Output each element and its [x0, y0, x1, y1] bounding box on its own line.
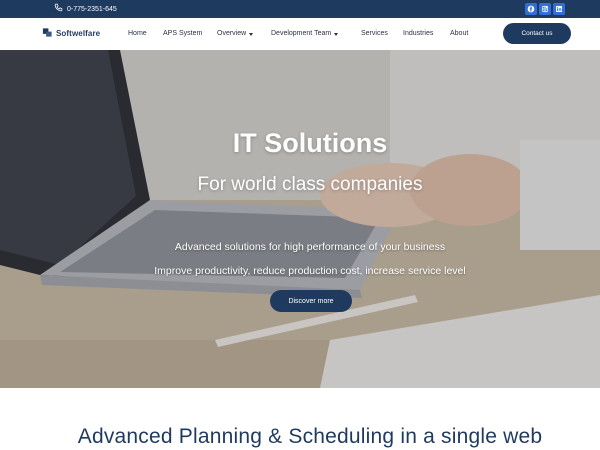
nav-item-home[interactable]: Home — [128, 29, 147, 39]
section-heading: Advanced Planning & Scheduling in a sing… — [77, 425, 543, 448]
logo-icon — [42, 27, 53, 40]
hero-line-2: Improve productivity, reduce production … — [154, 265, 466, 277]
nav-label: Services — [361, 30, 388, 37]
site-header: Softwelfare Home APS System Overview Dev… — [0, 18, 600, 50]
hero-subtitle: For world class companies — [197, 174, 423, 195]
phone-icon — [54, 3, 63, 17]
phone-number: 0-775-2351-645 — [67, 6, 117, 13]
chevron-down-icon — [249, 32, 254, 36]
nav-item-aps-system[interactable]: APS System — [163, 29, 202, 39]
linkedin-icon[interactable] — [553, 3, 565, 15]
nav-label: About — [450, 30, 469, 37]
nav-label: Home — [128, 30, 147, 37]
phone-contact[interactable]: 0-775-2351-645 — [54, 3, 117, 17]
contact-us-button[interactable]: Contact us — [503, 23, 571, 44]
hero-overlay — [0, 50, 600, 388]
hero-section: IT Solutions For world class companies A… — [0, 50, 600, 388]
logo[interactable]: Softwelfare — [42, 27, 100, 40]
logo-text: Softwelfare — [56, 29, 101, 38]
hero-title: IT Solutions — [232, 128, 388, 158]
facebook-icon[interactable] — [525, 3, 537, 15]
nav-item-overview[interactable]: Overview — [217, 29, 254, 39]
nav-label: Overview — [217, 30, 247, 37]
hero-line-1: Advanced solutions for high performance … — [174, 241, 446, 253]
nav-item-services[interactable]: Services — [361, 29, 388, 39]
nav-label: Industries — [403, 30, 434, 37]
nav-item-development-team[interactable]: Development Team — [271, 29, 339, 39]
nav-label: Development Team — [271, 30, 332, 37]
nav-item-industries[interactable]: Industries — [403, 29, 433, 39]
nav-item-about[interactable]: About — [450, 29, 468, 39]
nav-label: APS System — [163, 30, 203, 37]
discover-more-button[interactable]: Discover more — [270, 290, 352, 312]
top-bar: 0-775-2351-645 — [0, 0, 600, 18]
chevron-down-icon — [334, 32, 339, 36]
instagram-icon[interactable] — [539, 3, 551, 15]
